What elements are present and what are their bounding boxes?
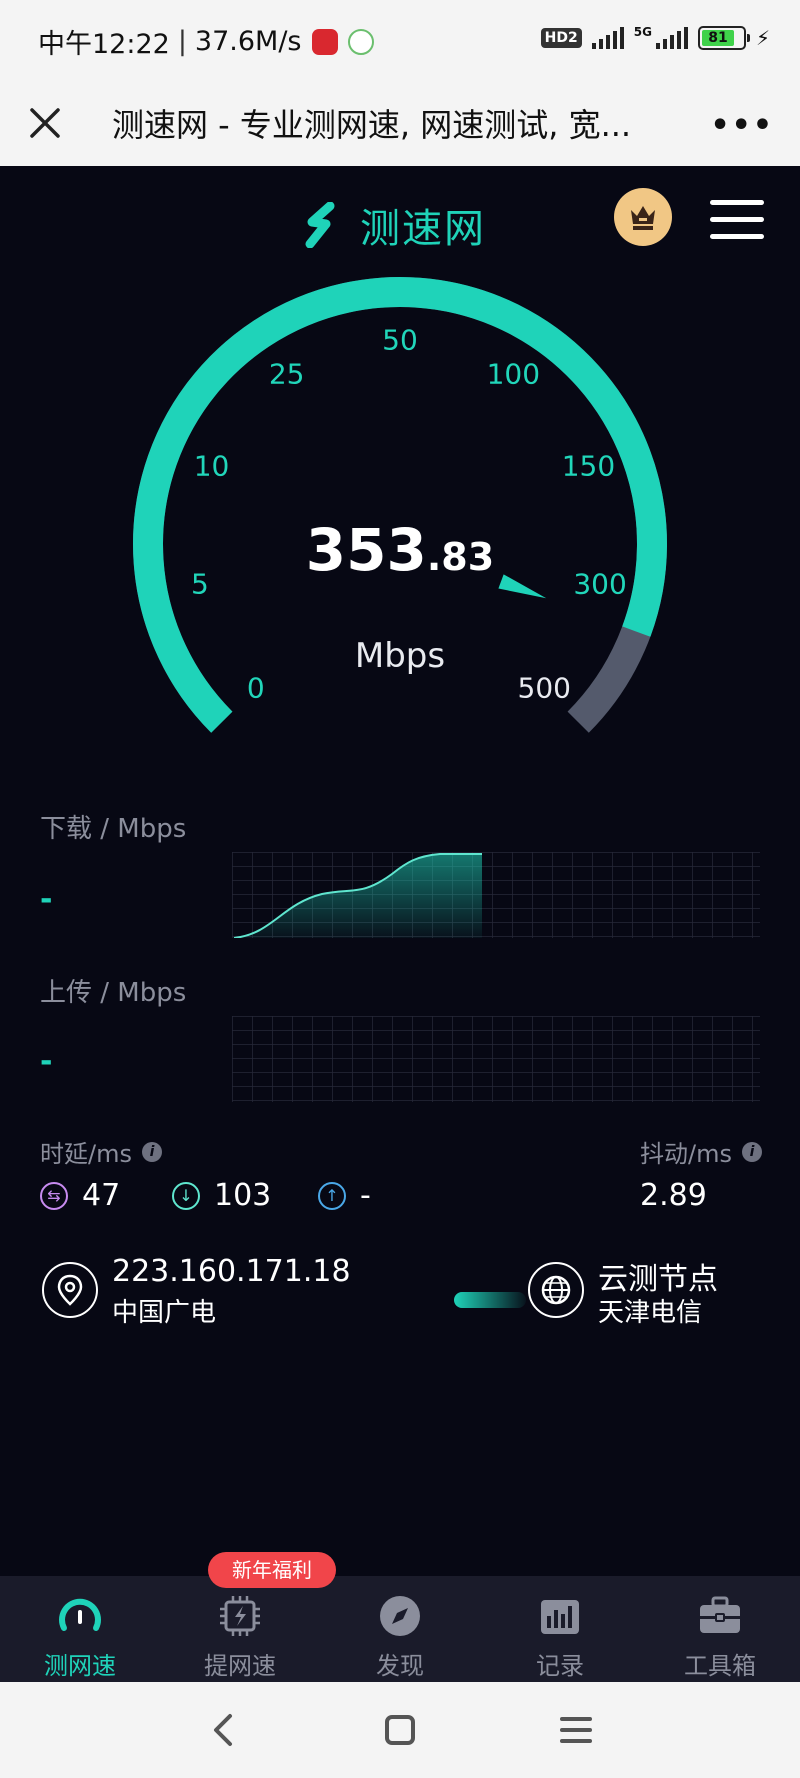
status-bar-right: HD2 5G 81 ⚡ <box>540 25 770 50</box>
speed-unit: Mbps <box>354 636 446 676</box>
app-header: 测速网 <box>0 166 800 266</box>
nav-item-toolbox[interactable]: 工具箱 <box>640 1576 800 1682</box>
promo-badge[interactable]: 新年福利 <box>208 1552 336 1588</box>
info-icon[interactable]: i <box>141 1141 162 1162</box>
gauge-tick-label: 150 <box>561 449 616 483</box>
logo[interactable]: 测速网 <box>300 196 486 254</box>
browser-title-bar: 测速网 - 专业测网速, 网速测试, 宽... ••• <box>0 80 800 166</box>
download-chart <box>232 852 760 938</box>
upload-value: - <box>40 1044 53 1079</box>
nav-label-boost: 提网速 <box>204 1652 276 1680</box>
gauge-needle <box>498 574 547 599</box>
recents-icon[interactable] <box>548 1702 604 1758</box>
nav-item-discover[interactable]: 发现 <box>320 1576 480 1682</box>
page-title: 测速网 - 专业测网速, 网速测试, 宽... <box>112 106 632 144</box>
compass-icon <box>380 1596 420 1636</box>
arrow-up-icon: ↑ <box>318 1181 346 1210</box>
jitter-label-text: 抖动/ms <box>640 1140 732 1168</box>
clock: 中午12:22 <box>38 29 170 60</box>
notification-app-icon <box>311 28 338 55</box>
speed-integer: 353 <box>305 516 427 584</box>
toolbox-icon <box>700 1596 740 1633</box>
network-type: 5G <box>633 25 652 39</box>
status-bar-left: 中午12:22 | 37.6M/s <box>38 22 374 61</box>
jitter-value: 2.89 <box>640 1178 707 1213</box>
jitter-label: 抖动/ms i <box>640 1134 762 1169</box>
status-bar: 中午12:22 | 37.6M/s HD2 5G 81 ⚡ <box>0 0 800 80</box>
gauge-tick-label: 50 <box>382 323 418 357</box>
gauge-tick-label: 500 <box>517 671 571 705</box>
crown-icon <box>631 206 655 230</box>
gauge-tick-label: 100 <box>486 357 541 391</box>
vip-crown-button[interactable] <box>614 188 672 246</box>
gauge-tick-label: 5 <box>190 567 209 601</box>
status-separator: | <box>177 26 187 57</box>
latency-label-text: 时延/ms <box>40 1140 132 1168</box>
upload-label: 上传 / Mbps <box>40 978 187 1008</box>
download-label: 下载 / Mbps <box>40 814 187 844</box>
jitter-item: 2.89 <box>640 1178 707 1213</box>
nav-item-records[interactable]: 记录 <box>480 1576 640 1682</box>
ping-item: ⇆ 47 <box>40 1178 120 1213</box>
signal-icon <box>591 27 624 49</box>
battery-level: 81 <box>701 30 734 46</box>
bottom-nav: 测网速 提网速 发现 记录 工具箱 <box>0 1576 800 1682</box>
gauge-tick-label: 10 <box>193 449 230 483</box>
client-isp: 中国广电 <box>112 1298 217 1328</box>
download-latency-value: 103 <box>214 1178 272 1213</box>
close-icon[interactable] <box>22 100 68 146</box>
download-latency-item: ↓ 103 <box>172 1178 271 1213</box>
speedometer-icon <box>59 1598 101 1631</box>
more-options-icon[interactable]: ••• <box>710 108 774 143</box>
nav-label-speed-test: 测网速 <box>44 1652 116 1680</box>
nav-item-speed-test[interactable]: 测网速 <box>0 1576 160 1682</box>
ping-value: 47 <box>82 1178 121 1213</box>
nav-label-records: 记录 <box>536 1652 584 1680</box>
globe-icon <box>528 1262 584 1318</box>
back-icon[interactable] <box>196 1702 252 1758</box>
system-nav-bar <box>0 1682 800 1778</box>
upload-latency-item: ↑ - <box>318 1178 371 1213</box>
upload-chart <box>232 1016 760 1102</box>
server-location[interactable]: 天津电信 <box>598 1292 702 1329</box>
battery-icon: 81 <box>697 26 750 50</box>
gauge-tick-label: 0 <box>246 671 265 705</box>
logo-text: 测速网 <box>360 206 486 252</box>
download-value: - <box>40 882 53 917</box>
chart-icon <box>541 1600 579 1634</box>
connection-indicator <box>454 1292 526 1308</box>
notification-app-icon-2 <box>347 28 374 55</box>
info-icon-2[interactable]: i <box>741 1141 762 1162</box>
latency-label: 时延/ms i <box>40 1134 162 1169</box>
nav-label-toolbox: 工具箱 <box>684 1652 756 1680</box>
arrow-down-icon: ↓ <box>172 1181 200 1210</box>
speed-value: 353.83 <box>306 516 494 584</box>
speed-decimal: .83 <box>426 535 495 579</box>
client-ip: 223.160.171.18 <box>112 1254 351 1289</box>
home-icon[interactable] <box>372 1702 428 1758</box>
signal-icon-2 <box>655 27 688 49</box>
gauge-tick-label: 300 <box>573 567 627 601</box>
gauge-tick-label: 25 <box>268 357 305 391</box>
upload-latency-value: - <box>360 1178 371 1213</box>
nav-item-boost[interactable]: 提网速 <box>160 1576 320 1682</box>
location-pin-icon <box>42 1262 98 1318</box>
nav-label-discover: 发现 <box>376 1652 424 1680</box>
ping-icon: ⇆ <box>40 1181 68 1210</box>
menu-icon[interactable] <box>710 200 764 239</box>
speed-gauge: 0 5 10 25 50 100 150 300 500 353.83 Mbps <box>100 260 700 760</box>
network-speed: 37.6M/s <box>194 26 302 57</box>
chip-bolt-icon <box>220 1596 260 1636</box>
logo-icon <box>305 202 335 248</box>
hd-voice-icon: HD2 <box>540 28 582 48</box>
charging-icon: ⚡ <box>755 26 770 50</box>
